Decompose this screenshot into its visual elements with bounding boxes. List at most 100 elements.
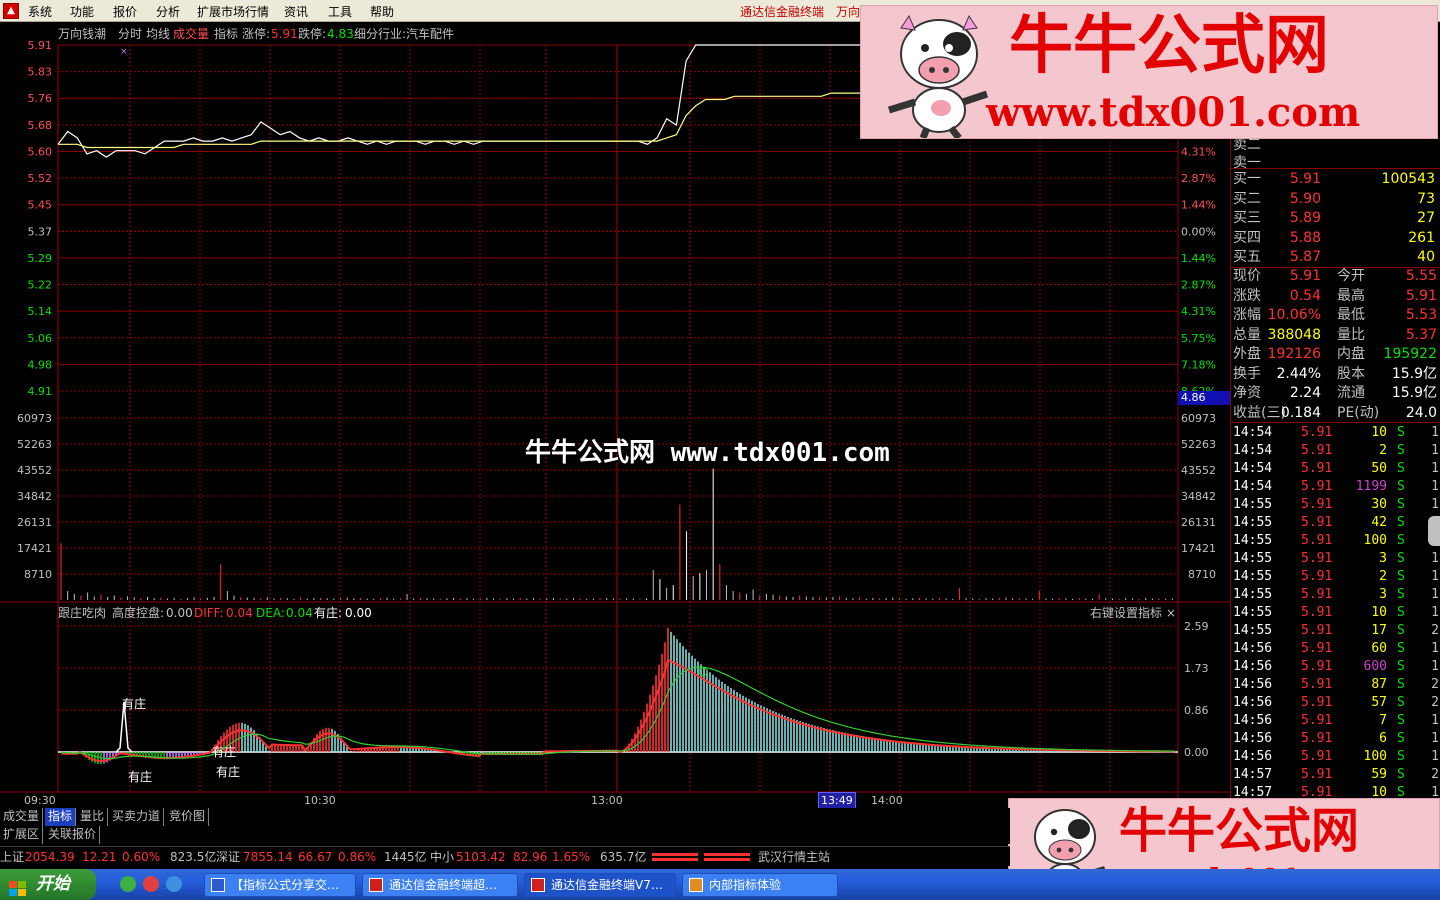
menu-ext-market[interactable]: 扩展市场行情 bbox=[197, 3, 269, 20]
tick-row[interactable]: 14:56 5.91 57 S 2 bbox=[1231, 694, 1440, 712]
tick-side: S bbox=[1397, 749, 1405, 764]
stat-row[interactable]: 涨跌 0.54 最高 5.91 bbox=[1231, 287, 1440, 306]
quicklaunch-icon[interactable] bbox=[120, 876, 136, 892]
zx-value: 5103.42 bbox=[456, 850, 506, 864]
tick-side: S bbox=[1397, 533, 1405, 548]
stat-label: PE(动) bbox=[1337, 404, 1380, 421]
tick-row[interactable]: 14:555.91100S1 bbox=[1231, 532, 1440, 550]
tick-row[interactable]: 14:54 5.91 1199 S 1 bbox=[1231, 478, 1440, 496]
tab-indicator-bottom[interactable]: 指标 bbox=[45, 808, 77, 826]
tick-row[interactable]: 14:55 5.91 30 S 1 bbox=[1231, 496, 1440, 514]
tab-average[interactable]: 均线 bbox=[146, 27, 170, 41]
tick-row[interactable]: 14:55 5.91 17 S 2 bbox=[1231, 622, 1440, 640]
tick-row[interactable]: 14:56 5.91 7 S 1 bbox=[1231, 712, 1440, 730]
taskbar-item[interactable]: 通达信金融终端超… bbox=[362, 873, 518, 897]
percent-tick-label: 2.87% bbox=[1181, 172, 1216, 185]
menu-system[interactable]: 系统 bbox=[28, 3, 52, 20]
tick-row[interactable]: 14:56 5.91 87 S 2 bbox=[1231, 676, 1440, 694]
start-button[interactable]: 开始 bbox=[0, 869, 96, 900]
menu-info[interactable]: 资讯 bbox=[284, 3, 308, 20]
tick-row[interactable]: 14:56 5.91 60 S 1 bbox=[1231, 640, 1440, 658]
industry-label: 细分行业:汽车配件 bbox=[354, 27, 455, 41]
tab-related-quote[interactable]: 关联报价 bbox=[45, 826, 101, 844]
tick-row[interactable]: 14:55 5.91 3 S 1 bbox=[1231, 586, 1440, 604]
buy-row[interactable]: 买四 5.88 261 bbox=[1231, 229, 1440, 248]
tab-volume[interactable]: 成交量 bbox=[173, 27, 209, 41]
tick-row[interactable]: 14:555.9142S1 bbox=[1231, 514, 1440, 532]
side-scroll-handle[interactable] bbox=[1428, 516, 1440, 546]
quicklaunch-icon[interactable] bbox=[143, 876, 159, 892]
stat-value: 15.9亿 bbox=[1391, 365, 1437, 382]
tab-extension[interactable]: 扩展区 bbox=[0, 826, 44, 844]
buy-row[interactable]: 买五 5.87 40 bbox=[1231, 248, 1440, 267]
tick-row[interactable]: 14:56 5.91 6 S 1 bbox=[1231, 730, 1440, 748]
sh-value: 2054.39 bbox=[25, 850, 75, 864]
tick-row[interactable]: 14:55 5.91 10 S 1 bbox=[1231, 604, 1440, 622]
stat-row[interactable]: 收益(三) 0.184 PE(动) 24.0 bbox=[1231, 404, 1440, 423]
taskbar-item[interactable]: 内部指标体验 bbox=[682, 873, 838, 897]
buy-price: 5.87 bbox=[1289, 249, 1321, 265]
buy-row[interactable]: 买二 5.90 73 bbox=[1231, 190, 1440, 209]
stock-name: 万向钱潮 bbox=[58, 27, 107, 41]
close-icon[interactable]: × bbox=[1166, 606, 1176, 620]
tick-price: 5.91 bbox=[1301, 461, 1333, 476]
percent-tick-label: 4.31% bbox=[1181, 305, 1216, 318]
menu-help[interactable]: 帮助 bbox=[370, 3, 394, 20]
tick-row[interactable]: 14:54 5.91 2 S 1 bbox=[1231, 442, 1440, 460]
stat-row[interactable]: 总量 388048 量比 5.37 bbox=[1231, 326, 1440, 345]
tick-time: 14:55 bbox=[1233, 587, 1273, 602]
indicator-settings-hint[interactable]: 右键设置指标 bbox=[1090, 606, 1162, 620]
tab-indicator[interactable]: 指标 bbox=[214, 27, 238, 41]
tick-row[interactable]: 14:55 5.91 2 S 1 bbox=[1231, 568, 1440, 586]
stat-row[interactable]: 涨幅 10.06% 最低 5.53 bbox=[1231, 306, 1440, 325]
tick-row[interactable]: 14:56 5.91 600 S 1 bbox=[1231, 658, 1440, 676]
taskbar-item-label: 通达信金融终端超… bbox=[389, 878, 498, 892]
stat-row[interactable]: 现价 5.91 今开 5.55 bbox=[1231, 267, 1440, 286]
sh-amount: 823.5亿 bbox=[170, 850, 217, 864]
tick-row[interactable]: 14:54 5.91 10 S 1 bbox=[1231, 424, 1440, 442]
windows-logo-icon bbox=[9, 877, 27, 896]
tick-time: 14:54 bbox=[1233, 443, 1273, 458]
up-limit-value: 5.91 bbox=[271, 27, 298, 41]
price-tick-label: 4.91 bbox=[28, 385, 53, 398]
menu-function[interactable]: 功能 bbox=[70, 3, 94, 20]
average-price-line bbox=[58, 92, 860, 149]
tick-row[interactable]: 14:55 5.91 3 S 1 bbox=[1231, 550, 1440, 568]
stat-row[interactable]: 外盘 192126 内盘 195922 bbox=[1231, 345, 1440, 364]
buy-row[interactable]: 买三 5.89 27 bbox=[1231, 209, 1440, 228]
tick-count: 1 bbox=[1431, 569, 1439, 584]
tab-volume-ratio[interactable]: 量比 bbox=[77, 808, 109, 826]
tick-count: 1 bbox=[1431, 605, 1439, 620]
stat-row[interactable]: 换手 2.44% 股本 15.9亿 bbox=[1231, 365, 1440, 384]
price-tick-label: 5.83 bbox=[28, 66, 53, 79]
buy-volume: 261 bbox=[1408, 229, 1435, 246]
menu-quote[interactable]: 报价 bbox=[113, 3, 137, 20]
menu-tools[interactable]: 工具 bbox=[328, 3, 352, 20]
tab-buy-sell-force[interactable]: 买卖力道 bbox=[109, 808, 165, 826]
taskbar-item[interactable]: 【指标公式分享交… bbox=[204, 873, 356, 897]
down-limit-value: 4.83 bbox=[327, 27, 354, 41]
chart-area[interactable]: 5.91 5.83 5.76 5.68 5.60 5.52 5.45 5.37 5.29 5.22… bbox=[0, 22, 1230, 808]
stat-value: 195922 bbox=[1383, 346, 1437, 362]
tick-row[interactable]: 14:57 5.91 59 S 2 bbox=[1231, 766, 1440, 784]
stat-value: 2.24 bbox=[1289, 385, 1321, 401]
tab-auction[interactable]: 竞价图 bbox=[166, 808, 210, 826]
stat-value: 5.55 bbox=[1405, 268, 1437, 284]
tick-row[interactable]: 14:54 5.91 50 S 1 bbox=[1231, 460, 1440, 478]
menu-analysis[interactable]: 分析 bbox=[156, 3, 180, 20]
tab-minute[interactable]: 分时 bbox=[118, 27, 142, 41]
buy-row[interactable]: 买一 5.91 100543 bbox=[1231, 170, 1440, 189]
taskbar-item-active[interactable]: 通达信金融终端V7… bbox=[524, 873, 676, 897]
stat-value: 5.37 bbox=[1405, 326, 1437, 343]
tick-time: 14:56 bbox=[1233, 641, 1273, 656]
quicklaunch-icon[interactable] bbox=[166, 876, 182, 892]
tick-row[interactable]: 14:56 5.91 100 S 1 bbox=[1231, 748, 1440, 766]
tick-price: 5.91 bbox=[1301, 425, 1333, 440]
tab-volume-bottom[interactable]: 成交量 bbox=[0, 808, 44, 826]
indicator-name[interactable]: 跟庄吃肉 bbox=[58, 606, 106, 620]
stat-row[interactable]: 净资 2.24 流通 15.9亿 bbox=[1231, 384, 1440, 403]
ind-label-diff: DIFF: bbox=[194, 606, 224, 620]
stat-value: 24.0 bbox=[1405, 404, 1437, 421]
sz-label: 深证 bbox=[216, 850, 241, 864]
tick-price: 5.91 bbox=[1301, 659, 1333, 674]
